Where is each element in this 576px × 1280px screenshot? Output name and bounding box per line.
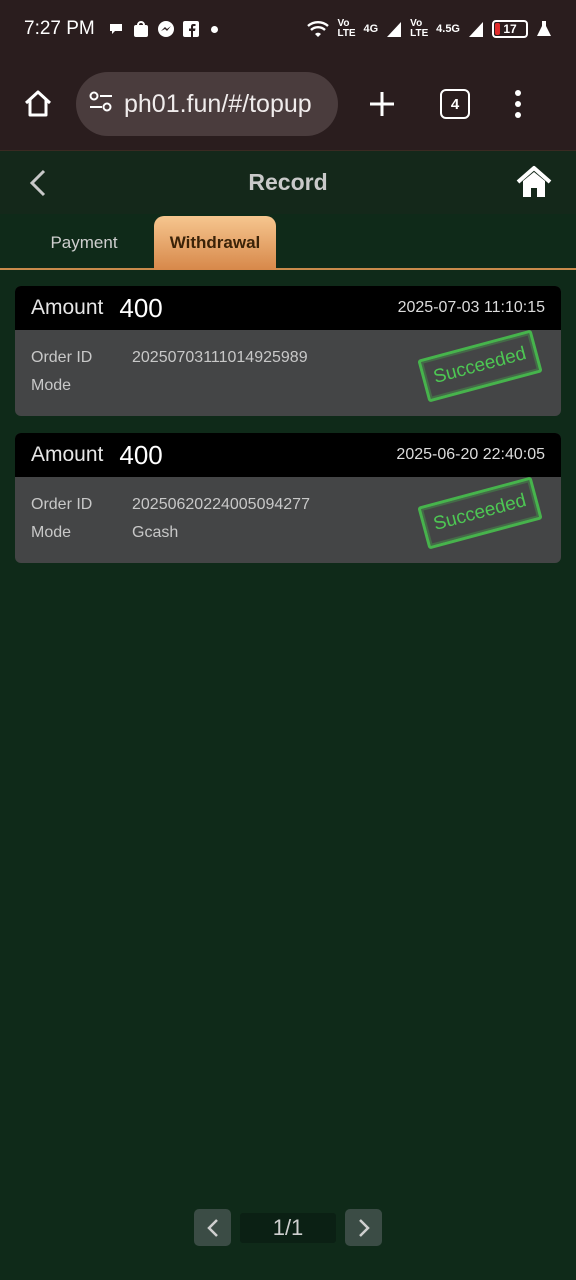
signal-icon-2: [468, 21, 484, 37]
more-notifications-dot: [210, 25, 218, 33]
page-indicator: 1/1: [240, 1212, 336, 1243]
flask-icon: [536, 20, 552, 38]
page-header: Record: [0, 150, 576, 214]
chevron-left-icon: [29, 169, 46, 197]
messenger-icon: [157, 20, 175, 38]
address-bar[interactable]: ph01.fun/#/topup: [76, 72, 338, 136]
record-datetime: 2025-07-03 11:10:15: [397, 299, 545, 316]
record-card: Amount 400 2025-06-20 22:40:05 Order ID …: [15, 433, 561, 563]
network-4g: 4G: [363, 23, 379, 35]
browser-home-button[interactable]: [16, 82, 60, 126]
amount-value: 400: [119, 439, 163, 470]
back-button[interactable]: [28, 169, 50, 202]
network-volte-1: Vo LTE: [337, 18, 356, 39]
tab-withdrawal[interactable]: Withdrawal: [154, 216, 276, 270]
network-volte-2: Vo LTE: [410, 18, 429, 39]
prev-page-button[interactable]: [194, 1209, 231, 1246]
order-id-label: Order ID: [31, 349, 93, 366]
order-id-value: 20250620224005094277: [132, 496, 310, 513]
tab-payment[interactable]: Payment: [30, 216, 138, 270]
status-time: 7:27 PM: [24, 18, 95, 39]
battery-icon: 17: [492, 20, 528, 38]
mode-value: Gcash: [132, 524, 179, 541]
battery-level: 17: [503, 22, 517, 36]
url-text[interactable]: ph01.fun/#/topup: [124, 90, 312, 119]
order-id-value: 20250703111014925989: [132, 349, 308, 366]
chevron-right-icon: [358, 1218, 370, 1237]
record-tabs: Payment Withdrawal: [0, 214, 576, 270]
next-page-button[interactable]: [345, 1209, 382, 1246]
system-icons: Vo LTE 4G Vo LTE 4.5G 17: [307, 19, 552, 39]
order-id-label: Order ID: [31, 496, 93, 513]
notification-icons: [107, 20, 218, 38]
record-card: Amount 400 2025-07-03 11:10:15 Order ID …: [15, 286, 561, 416]
record-datetime: 2025-06-20 22:40:05: [396, 446, 545, 463]
mode-label: Mode: [31, 377, 72, 394]
home-outline-icon: [24, 90, 52, 117]
new-tab-button[interactable]: [360, 82, 404, 126]
wifi-icon: [307, 20, 330, 38]
home-icon: [516, 166, 552, 197]
mode-label: Mode: [31, 524, 72, 541]
network-4-5g: 4.5G: [436, 23, 460, 35]
page-title: Record: [248, 169, 328, 195]
status-bar: 7:27 PM Vo LTE 4G Vo LTE 4.5G 17: [0, 0, 576, 58]
plus-icon: [370, 92, 394, 116]
record-card-header: Amount 400 2025-07-03 11:10:15: [15, 286, 561, 330]
facebook-icon: [182, 21, 199, 37]
chevron-left-icon: [206, 1218, 218, 1237]
home-button[interactable]: [516, 165, 552, 204]
chat-icon: [107, 20, 125, 38]
amount-label: Amount: [31, 296, 104, 319]
amount-value: 400: [119, 292, 163, 323]
signal-icon: [386, 21, 402, 37]
record-card-header: Amount 400 2025-06-20 22:40:05: [15, 433, 561, 477]
browser-menu-button[interactable]: [508, 90, 528, 118]
tab-switcher-button[interactable]: 4: [440, 89, 470, 119]
site-settings-icon[interactable]: [88, 91, 114, 118]
browser-toolbar: ph01.fun/#/topup 4: [0, 58, 576, 150]
record-list: Amount 400 2025-07-03 11:10:15 Order ID …: [15, 286, 561, 580]
shopee-icon: [133, 20, 149, 38]
amount-label: Amount: [31, 443, 104, 466]
pagination: 1/1: [194, 1209, 382, 1246]
